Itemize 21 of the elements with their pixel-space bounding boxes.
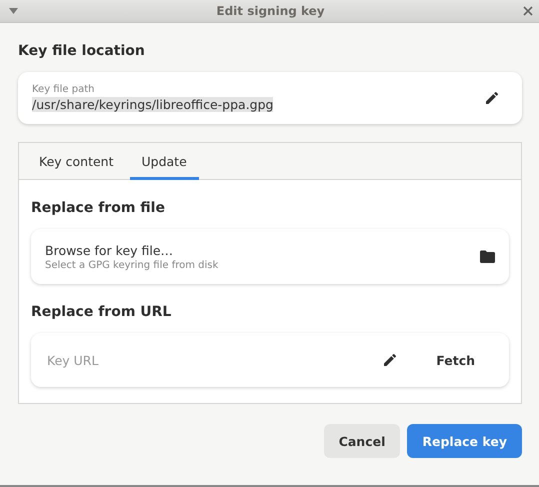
close-icon[interactable] bbox=[523, 6, 533, 16]
fetch-button[interactable]: Fetch bbox=[430, 352, 481, 368]
row-title: Browse for key file… bbox=[45, 242, 174, 258]
cancel-button[interactable]: Cancel bbox=[324, 424, 400, 458]
pencil-icon[interactable] bbox=[382, 352, 398, 368]
row-subtitle: Select a GPG keyring file from disk bbox=[45, 260, 218, 270]
browse-row[interactable]: Browse for key file… Select a GPG keyring file from disk bbox=[31, 229, 509, 284]
section-heading: Key file location bbox=[18, 43, 146, 59]
field-value: /usr/share/keyrings/libreoffice-ppa.gpg bbox=[32, 97, 274, 112]
field-label: Key file path bbox=[32, 84, 96, 95]
window-title: Edit signing key bbox=[216, 4, 325, 18]
key-path-field[interactable]: Key file path /usr/share/keyrings/libreoffice-ppa.gpg bbox=[18, 72, 522, 124]
section-heading: Replace from URL bbox=[31, 304, 172, 320]
tab[interactable]: Key content bbox=[27, 143, 126, 180]
key-url-field[interactable]: Key URL Fetch bbox=[31, 333, 509, 387]
section-heading: Replace from file bbox=[31, 200, 166, 216]
tab[interactable]: Update bbox=[130, 143, 199, 180]
folder-icon bbox=[480, 250, 495, 263]
pencil-icon[interactable] bbox=[484, 90, 500, 106]
replace-key-button[interactable]: Replace key bbox=[407, 424, 522, 458]
menu-arrow-icon[interactable] bbox=[9, 8, 18, 14]
